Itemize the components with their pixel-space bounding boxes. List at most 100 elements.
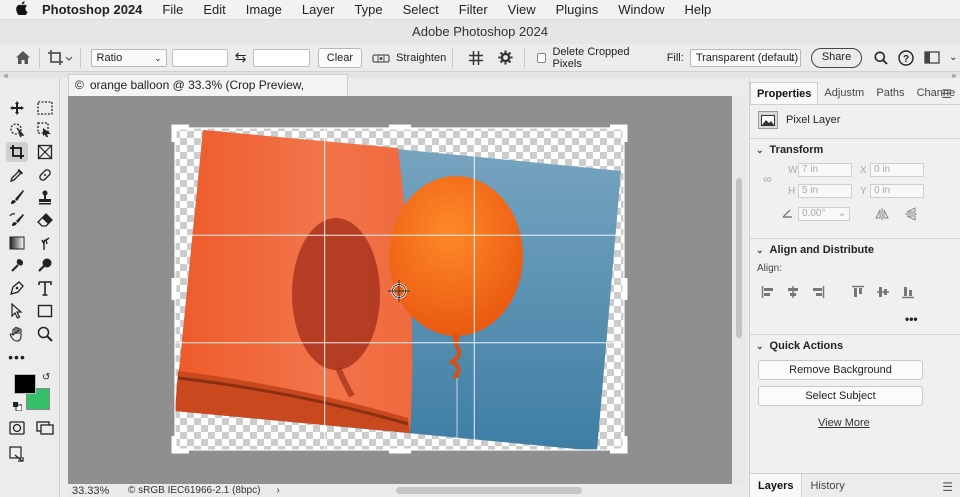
select-subject-button[interactable]: Select Subject bbox=[758, 386, 923, 406]
align-top-icon[interactable] bbox=[851, 285, 865, 302]
help-icon[interactable]: ? bbox=[896, 47, 917, 69]
eyedropper-tool-icon[interactable] bbox=[6, 165, 28, 185]
search-icon[interactable] bbox=[870, 47, 891, 69]
align-middle-v-icon[interactable] bbox=[876, 285, 890, 302]
angle-field[interactable]: 0.00° ⌄ bbox=[798, 207, 850, 221]
foreground-color-front[interactable] bbox=[14, 374, 36, 394]
flip-horizontal-icon[interactable] bbox=[875, 208, 889, 223]
screen-mode-icon[interactable] bbox=[34, 418, 56, 438]
history-brush-icon[interactable] bbox=[6, 210, 28, 230]
selection-brush-icon[interactable] bbox=[34, 120, 56, 140]
horizontal-scrollbar-thumb[interactable] bbox=[396, 487, 582, 494]
x-field[interactable]: 0 in bbox=[870, 163, 924, 177]
path-select-icon[interactable] bbox=[6, 301, 28, 321]
link-dimensions-icon[interactable]: ∞ bbox=[763, 172, 772, 186]
height-field[interactable]: 5 in bbox=[798, 184, 852, 198]
rectangle-tool-icon[interactable] bbox=[34, 301, 56, 321]
stamp-tool-icon[interactable] bbox=[34, 187, 56, 207]
zoom-tool-icon[interactable] bbox=[34, 324, 56, 344]
menu-filter[interactable]: Filter bbox=[459, 2, 488, 17]
edit-toolbar-icon[interactable] bbox=[6, 444, 28, 464]
menu-layer[interactable]: Layer bbox=[302, 2, 335, 17]
gear-icon[interactable] bbox=[492, 47, 517, 69]
tab-adjustments[interactable]: Adjustm bbox=[818, 82, 870, 104]
crop-preset-icon[interactable] bbox=[46, 47, 73, 69]
ratio-width-input[interactable] bbox=[171, 48, 229, 67]
align-right-icon[interactable] bbox=[811, 285, 825, 302]
share-button[interactable]: Share bbox=[810, 47, 863, 68]
crop-tool-icon[interactable] bbox=[6, 142, 28, 162]
swap-icon[interactable]: ⇆ bbox=[228, 49, 253, 66]
more-tools-icon[interactable]: ••• bbox=[6, 347, 28, 367]
dodge-tool-icon[interactable] bbox=[6, 255, 28, 275]
vertical-scrollbar[interactable] bbox=[732, 96, 746, 484]
menu-window[interactable]: Window bbox=[618, 2, 664, 17]
quick-mask-icon[interactable] bbox=[6, 418, 28, 438]
align-center-h-icon[interactable] bbox=[786, 285, 800, 302]
hand-tool-icon[interactable] bbox=[6, 324, 28, 344]
gradient-tool-icon[interactable] bbox=[6, 233, 28, 253]
fill-select[interactable]: Transparent (default) ⌄ bbox=[689, 48, 801, 67]
chevron-down-icon[interactable]: ⌄ bbox=[946, 47, 960, 69]
zoom-level[interactable]: 33.33% bbox=[68, 485, 120, 497]
more-options-icon[interactable]: ••• bbox=[905, 312, 918, 326]
pen-tool-icon[interactable] bbox=[6, 278, 28, 298]
marquee-tool-icon[interactable] bbox=[34, 98, 56, 118]
tab-layers[interactable]: Layers bbox=[750, 473, 803, 497]
eraser-tool-icon[interactable] bbox=[34, 210, 56, 230]
menu-image[interactable]: Image bbox=[246, 2, 282, 17]
quick-actions-header[interactable]: ⌄ Quick Actions bbox=[756, 340, 843, 352]
tab-properties[interactable]: Properties bbox=[750, 82, 819, 104]
y-field[interactable]: 0 in bbox=[870, 184, 924, 198]
transform-section-header[interactable]: ⌄ Transform bbox=[756, 144, 823, 156]
grid-overlay-icon[interactable] bbox=[463, 47, 488, 69]
delete-cropped-checkbox[interactable]: Delete Cropped Pixels bbox=[536, 46, 659, 70]
y-label: Y bbox=[860, 186, 867, 197]
app-menu[interactable]: Photoshop 2024 bbox=[42, 2, 142, 17]
chevron-down-icon: ⌄ bbox=[788, 52, 796, 63]
frame-tool-icon[interactable] bbox=[34, 142, 56, 162]
apple-icon[interactable] bbox=[16, 0, 34, 20]
swap-colors-icon[interactable]: ↺ bbox=[42, 372, 50, 383]
menu-help[interactable]: Help bbox=[685, 2, 712, 17]
home-icon[interactable] bbox=[12, 47, 33, 69]
menu-select[interactable]: Select bbox=[403, 2, 439, 17]
healing-brush-icon[interactable] bbox=[34, 165, 56, 185]
menu-type[interactable]: Type bbox=[354, 2, 382, 17]
align-section-header[interactable]: ⌄ Align and Distribute bbox=[756, 244, 874, 256]
tab-history[interactable]: History bbox=[802, 474, 852, 497]
align-left-icon[interactable] bbox=[761, 285, 775, 302]
panel-menu-icon[interactable]: ☰ bbox=[942, 480, 953, 494]
type-tool-icon[interactable] bbox=[34, 278, 56, 298]
remove-background-button[interactable]: Remove Background bbox=[758, 360, 923, 380]
menu-view[interactable]: View bbox=[508, 2, 536, 17]
align-bottom-icon[interactable] bbox=[901, 285, 915, 302]
straighten-button[interactable]: Straighten bbox=[372, 51, 446, 65]
clear-button[interactable]: Clear bbox=[317, 47, 363, 68]
move-tool-icon[interactable] bbox=[6, 98, 28, 118]
tab-paths[interactable]: Paths bbox=[870, 82, 910, 104]
menu-plugins[interactable]: Plugins bbox=[556, 2, 599, 17]
close-tab-icon[interactable]: © bbox=[75, 78, 84, 92]
menu-edit[interactable]: Edit bbox=[203, 2, 225, 17]
options-bar: Ratio ⌄ ⇆ Clear Straighten Delete Croppe… bbox=[0, 44, 960, 72]
menu-file[interactable]: File bbox=[162, 2, 183, 17]
view-more-link[interactable]: View More bbox=[818, 417, 870, 429]
canvas-artwork[interactable] bbox=[68, 96, 732, 484]
canvas-area[interactable] bbox=[68, 96, 732, 484]
ratio-height-input[interactable] bbox=[253, 48, 310, 67]
object-select-tool-icon[interactable] bbox=[6, 120, 28, 140]
panel-menu-icon[interactable]: ☰ bbox=[941, 87, 952, 101]
workspace-icon[interactable] bbox=[921, 47, 942, 69]
scrollbar-thumb[interactable] bbox=[736, 178, 742, 338]
width-field[interactable]: 7 in bbox=[798, 163, 852, 177]
document-tab[interactable]: ©orange balloon @ 33.3% (Crop Preview, R… bbox=[68, 74, 348, 112]
default-colors-icon[interactable] bbox=[13, 402, 23, 412]
checkbox-box[interactable] bbox=[536, 52, 547, 63]
brush-tool-icon[interactable] bbox=[6, 187, 28, 207]
flip-vertical-icon[interactable] bbox=[905, 207, 917, 224]
burn-tool-icon[interactable] bbox=[34, 255, 56, 275]
ratio-select[interactable]: Ratio ⌄ bbox=[90, 48, 167, 67]
smudge-tool-icon[interactable] bbox=[34, 233, 56, 253]
chevron-right-icon[interactable]: › bbox=[276, 485, 279, 496]
